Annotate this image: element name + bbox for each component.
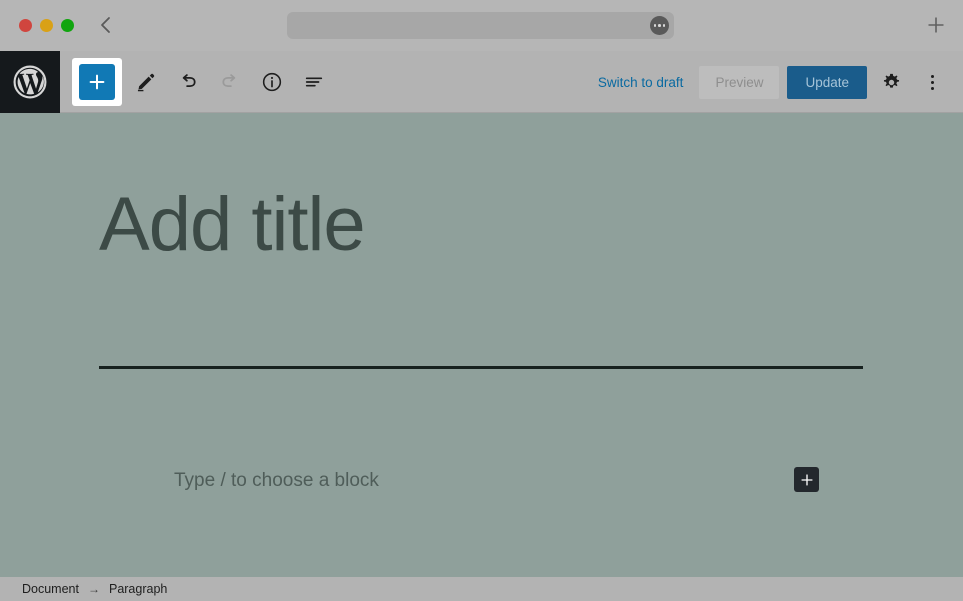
title-divider bbox=[99, 366, 863, 369]
options-button[interactable] bbox=[915, 64, 949, 100]
list-view-button[interactable] bbox=[296, 64, 332, 100]
breadcrumb-item-paragraph[interactable]: Paragraph bbox=[109, 582, 167, 596]
editor-footer: Document → Paragraph bbox=[0, 577, 963, 601]
block-appender-button[interactable] bbox=[794, 467, 819, 492]
breadcrumb: Document → Paragraph bbox=[0, 582, 167, 596]
settings-button[interactable] bbox=[874, 64, 908, 100]
minimize-window-button[interactable] bbox=[40, 19, 53, 32]
plus-icon bbox=[89, 74, 105, 90]
new-tab-button[interactable] bbox=[925, 14, 947, 36]
editor-canvas: Add title Type / to choose a block bbox=[0, 113, 963, 577]
breadcrumb-item-document[interactable]: Document bbox=[22, 582, 79, 596]
plus-icon bbox=[800, 473, 813, 486]
tools-button[interactable] bbox=[128, 64, 164, 100]
wordpress-logo-button[interactable] bbox=[0, 51, 60, 113]
paragraph-block[interactable]: Type / to choose a block bbox=[99, 461, 863, 501]
pencil-icon bbox=[137, 73, 155, 92]
maximize-window-button[interactable] bbox=[61, 19, 74, 32]
address-bar[interactable] bbox=[287, 12, 674, 39]
redo-icon bbox=[222, 74, 236, 87]
toolbar-left-group bbox=[72, 51, 332, 113]
add-block-button[interactable] bbox=[72, 58, 122, 106]
wordpress-icon bbox=[13, 65, 47, 99]
paragraph-placeholder: Type / to choose a block bbox=[174, 470, 379, 491]
editor-toolbar: Switch to draft Preview Update bbox=[0, 51, 963, 113]
info-icon bbox=[262, 72, 282, 92]
undo-icon bbox=[182, 74, 196, 87]
plus-icon bbox=[928, 17, 944, 33]
kebab-menu-icon bbox=[930, 74, 934, 90]
gear-icon bbox=[883, 73, 899, 88]
close-window-button[interactable] bbox=[19, 19, 32, 32]
details-button[interactable] bbox=[254, 64, 290, 100]
preview-button[interactable]: Preview bbox=[699, 65, 780, 99]
browser-chrome bbox=[0, 0, 963, 51]
post-title-input[interactable]: Add title bbox=[99, 183, 863, 266]
site-settings-icon[interactable] bbox=[650, 16, 669, 35]
back-button[interactable] bbox=[92, 12, 118, 38]
app-window: Switch to draft Preview Update Add title… bbox=[0, 0, 963, 601]
toolbar-right-group: Switch to draft Preview Update bbox=[586, 51, 949, 113]
switch-to-draft-button[interactable]: Switch to draft bbox=[586, 67, 696, 98]
breadcrumb-separator-icon: → bbox=[87, 582, 100, 596]
update-button[interactable]: Update bbox=[787, 65, 867, 99]
undo-button[interactable] bbox=[170, 64, 206, 100]
list-view-icon bbox=[305, 77, 323, 87]
add-block-icon-wrap bbox=[79, 64, 115, 100]
window-controls bbox=[19, 19, 74, 32]
redo-button bbox=[212, 64, 248, 100]
chevron-left-icon bbox=[101, 17, 110, 33]
